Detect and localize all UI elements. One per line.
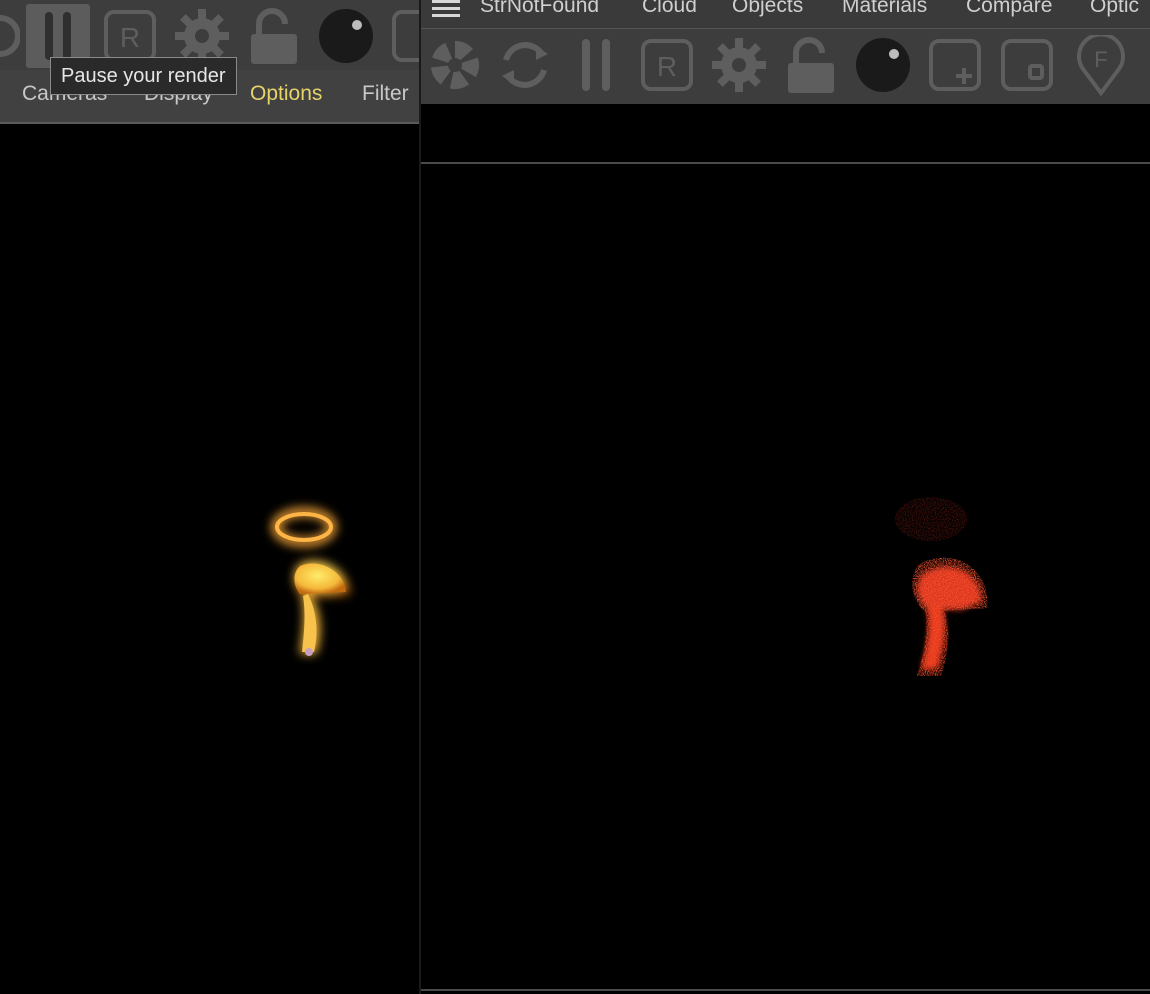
tab-options[interactable]: Options: [250, 82, 322, 106]
render-region-icon[interactable]: R: [639, 37, 695, 93]
right-toolbar: R F: [421, 29, 1150, 104]
add-region-icon[interactable]: [927, 37, 983, 93]
material-ball-icon[interactable]: [316, 6, 376, 66]
refresh-icon[interactable]: [495, 35, 555, 95]
render-region-icon[interactable]: R: [102, 8, 158, 64]
gear-icon[interactable]: [709, 35, 769, 95]
hamburger-menu-icon[interactable]: [432, 0, 460, 17]
right-menubar: StrNotFound Cloud Objects Materials Comp…: [421, 0, 1150, 29]
tab-filter[interactable]: Filter: [362, 82, 409, 106]
focus-pin-icon[interactable]: F: [1073, 35, 1129, 97]
right-render-viewport[interactable]: [421, 164, 1150, 989]
right-bottom-border: [421, 989, 1150, 991]
pause-icon[interactable]: [569, 33, 623, 97]
svg-text:F: F: [1094, 47, 1107, 72]
menu-compare[interactable]: Compare: [966, 0, 1052, 18]
pause-tooltip: Pause your render: [50, 57, 237, 95]
octane-logo-icon[interactable]: [425, 35, 485, 95]
unlock-icon[interactable]: [783, 37, 839, 95]
left-render-image: [271, 507, 350, 656]
menu-cloud[interactable]: Cloud: [642, 0, 697, 18]
refresh-icon[interactable]: [0, 6, 20, 66]
box-icon[interactable]: [999, 37, 1055, 93]
box-icon[interactable]: [390, 8, 420, 64]
left-render-viewer: R Camer: [0, 0, 420, 994]
left-render-viewport[interactable]: [0, 124, 420, 994]
menu-objects[interactable]: Objects: [732, 0, 803, 18]
menu-options[interactable]: Optic: [1090, 0, 1139, 18]
unlock-icon[interactable]: [246, 8, 302, 66]
material-ball-icon[interactable]: [853, 35, 913, 95]
right-render-image: [895, 497, 988, 676]
right-info-strip: [421, 104, 1150, 164]
menu-strnotfound[interactable]: StrNotFound: [480, 0, 599, 18]
svg-text:R: R: [120, 22, 140, 53]
right-render-viewer: StrNotFound Cloud Objects Materials Comp…: [421, 0, 1150, 994]
menu-materials[interactable]: Materials: [842, 0, 927, 18]
svg-text:R: R: [657, 51, 677, 82]
